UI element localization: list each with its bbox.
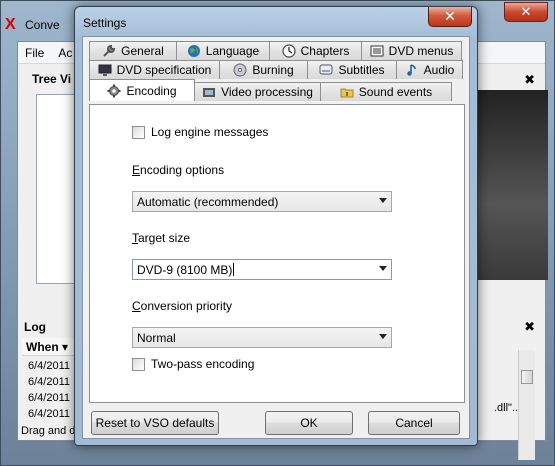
tab-row-2: DVD specification Burning Subtitles Audi… [89,60,463,79]
target-size-label: Target size [132,231,190,245]
encoding-options-label: Encoding options [132,163,224,177]
tab-audio-label: Audio [423,63,455,77]
tab-encoding[interactable]: Encoding [89,79,195,101]
tab-subtitles-label: Subtitles [338,63,385,77]
log-header: Log [24,320,46,334]
encoding-options-select[interactable]: Automatic (recommended) [132,191,392,212]
encoding-options-value: Automatic (recommended) [137,194,279,209]
subtitles-icon [319,63,333,77]
tab-dvd-menus[interactable]: DVD menus [361,41,462,60]
tab-encoding-label: Encoding [126,83,177,98]
two-pass-encoding-row[interactable]: Two-pass encoding [132,357,254,371]
conversion-priority-label-text: onversion priority [140,299,233,313]
preview-panel-close-icon[interactable]: ✖ [524,72,535,88]
chevron-down-icon[interactable] [379,266,387,271]
cancel-button[interactable]: Cancel [368,411,460,435]
conversion-priority-select[interactable]: Normal [132,327,392,348]
log-column-when[interactable]: When ▾ [22,338,78,356]
tab-burning-label: Burning [252,63,294,77]
dialog-body: General Language Chapters DVD menus DVD … [82,36,470,439]
text-caret [233,263,235,276]
tab-language[interactable]: Language [176,41,270,60]
tab-video-processing-label: Video processing [221,85,313,99]
log-close-icon[interactable]: ✖ [524,319,535,335]
tab-language-label: Language [205,44,260,58]
monitor-icon [98,63,112,77]
main-window-title: Conve [25,18,60,32]
log-engine-messages-checkbox[interactable] [132,125,145,139]
main-close-button[interactable]: ✕ [504,2,548,22]
log-row: 6/4/2011 [28,392,71,404]
tab-sound-events-label: Sound events [358,85,433,99]
encoding-options-accelerator: E [132,163,141,177]
two-pass-encoding-label: Two-pass encoding [151,357,255,371]
film-icon [202,85,216,99]
video-preview-panel [478,90,548,280]
globe-icon [187,44,201,58]
chevron-down-icon[interactable] [379,198,387,203]
tree-view-header: Tree Vi [32,72,72,86]
settings-dialog: Settings ✕ General Language Chapters DVD… [74,6,478,446]
log-row: 6/4/2011 [28,408,71,420]
target-size-combobox[interactable]: DVD-9 (8100 MB) [132,259,392,280]
tab-dvd-specification-label: DVD specification [116,63,212,77]
log-scrollbar[interactable] [518,350,535,460]
wrench-icon [102,44,116,58]
disc-icon [233,63,247,77]
target-size-value[interactable]: DVD-9 (8100 MB) [137,263,232,277]
tab-subtitles[interactable]: Subtitles [307,60,397,79]
tab-sound-events[interactable]: Sound events [320,82,452,101]
tab-general[interactable]: General [89,41,177,60]
tab-chapters-label: Chapters [300,44,350,58]
dialog-title: Settings [83,16,127,30]
tab-audio[interactable]: Audio [396,60,463,79]
tab-row-1: General Language Chapters DVD menus [89,41,462,60]
tab-row-3: Encoding Video processing Sound events [89,79,452,101]
clock-icon [282,44,296,58]
log-engine-messages-row[interactable]: Log engine messages [132,125,268,139]
folder-sound-icon [340,85,354,99]
tab-burning[interactable]: Burning [219,60,308,79]
tab-dvd-specification[interactable]: DVD specification [89,60,220,79]
conversion-priority-accelerator: C [132,299,141,313]
reset-to-defaults-button[interactable]: Reset to VSO defaults [91,411,219,435]
status-bar: Drag and d [21,425,76,437]
log-engine-messages-label: Log engine messages [151,125,269,139]
encoding-options-label-text: ncoding options [140,163,225,177]
menu-file[interactable]: File [18,46,51,60]
app-logo: X [5,16,16,33]
log-row: 6/4/2011 [28,376,71,388]
target-size-label-text: arget size [138,231,191,245]
log-column-when-label: When [26,340,59,354]
tab-dvd-menus-label: DVD menus [388,44,454,58]
tab-video-processing[interactable]: Video processing [194,82,321,101]
two-pass-encoding-checkbox[interactable] [132,357,145,371]
conversion-priority-label: Conversion priority [132,299,232,313]
ok-button[interactable]: OK [265,411,353,435]
main-titlebar: X Conve [5,13,60,37]
gear-icon [107,84,121,98]
dialog-close-button[interactable]: ✕ [428,7,472,27]
tab-chapters[interactable]: Chapters [269,41,362,60]
music-note-icon [405,63,419,77]
chevron-down-icon[interactable] [379,334,387,339]
log-row: 6/4/2011 [28,360,71,372]
menu-list-icon [370,44,384,58]
conversion-priority-value: Normal [137,330,176,345]
tab-general-label: General [121,44,164,58]
encoding-tab-panel: Log engine messages Encoding options Aut… [89,104,465,403]
log-scrollbar-thumb[interactable] [521,370,533,384]
